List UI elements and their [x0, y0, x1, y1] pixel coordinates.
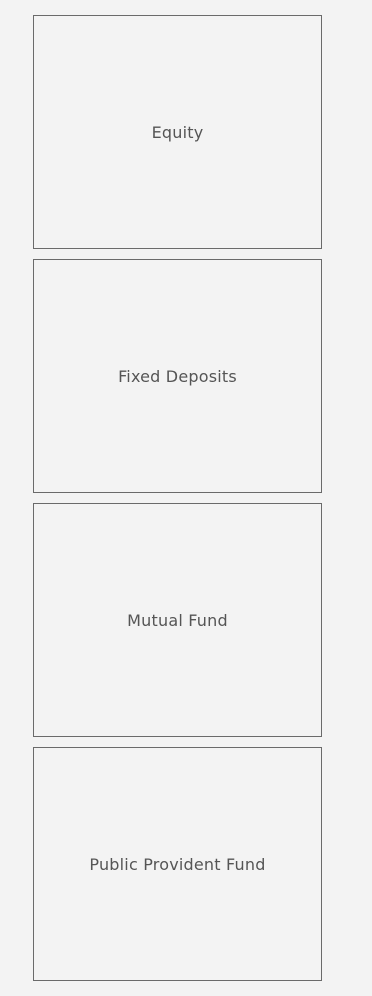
investment-options-list: Equity Fixed Deposits Mutual Fund Public… [33, 15, 322, 981]
option-label: Fixed Deposits [118, 366, 237, 386]
option-card-fixed-deposits[interactable]: Fixed Deposits [33, 259, 322, 493]
option-label: Equity [151, 122, 204, 142]
option-card-mutual-fund[interactable]: Mutual Fund [33, 503, 322, 737]
option-card-public-provident-fund[interactable]: Public Provident Fund [33, 747, 322, 981]
option-label: Public Provident Fund [89, 854, 266, 874]
option-label: Mutual Fund [127, 610, 228, 630]
option-card-equity[interactable]: Equity [33, 15, 322, 249]
